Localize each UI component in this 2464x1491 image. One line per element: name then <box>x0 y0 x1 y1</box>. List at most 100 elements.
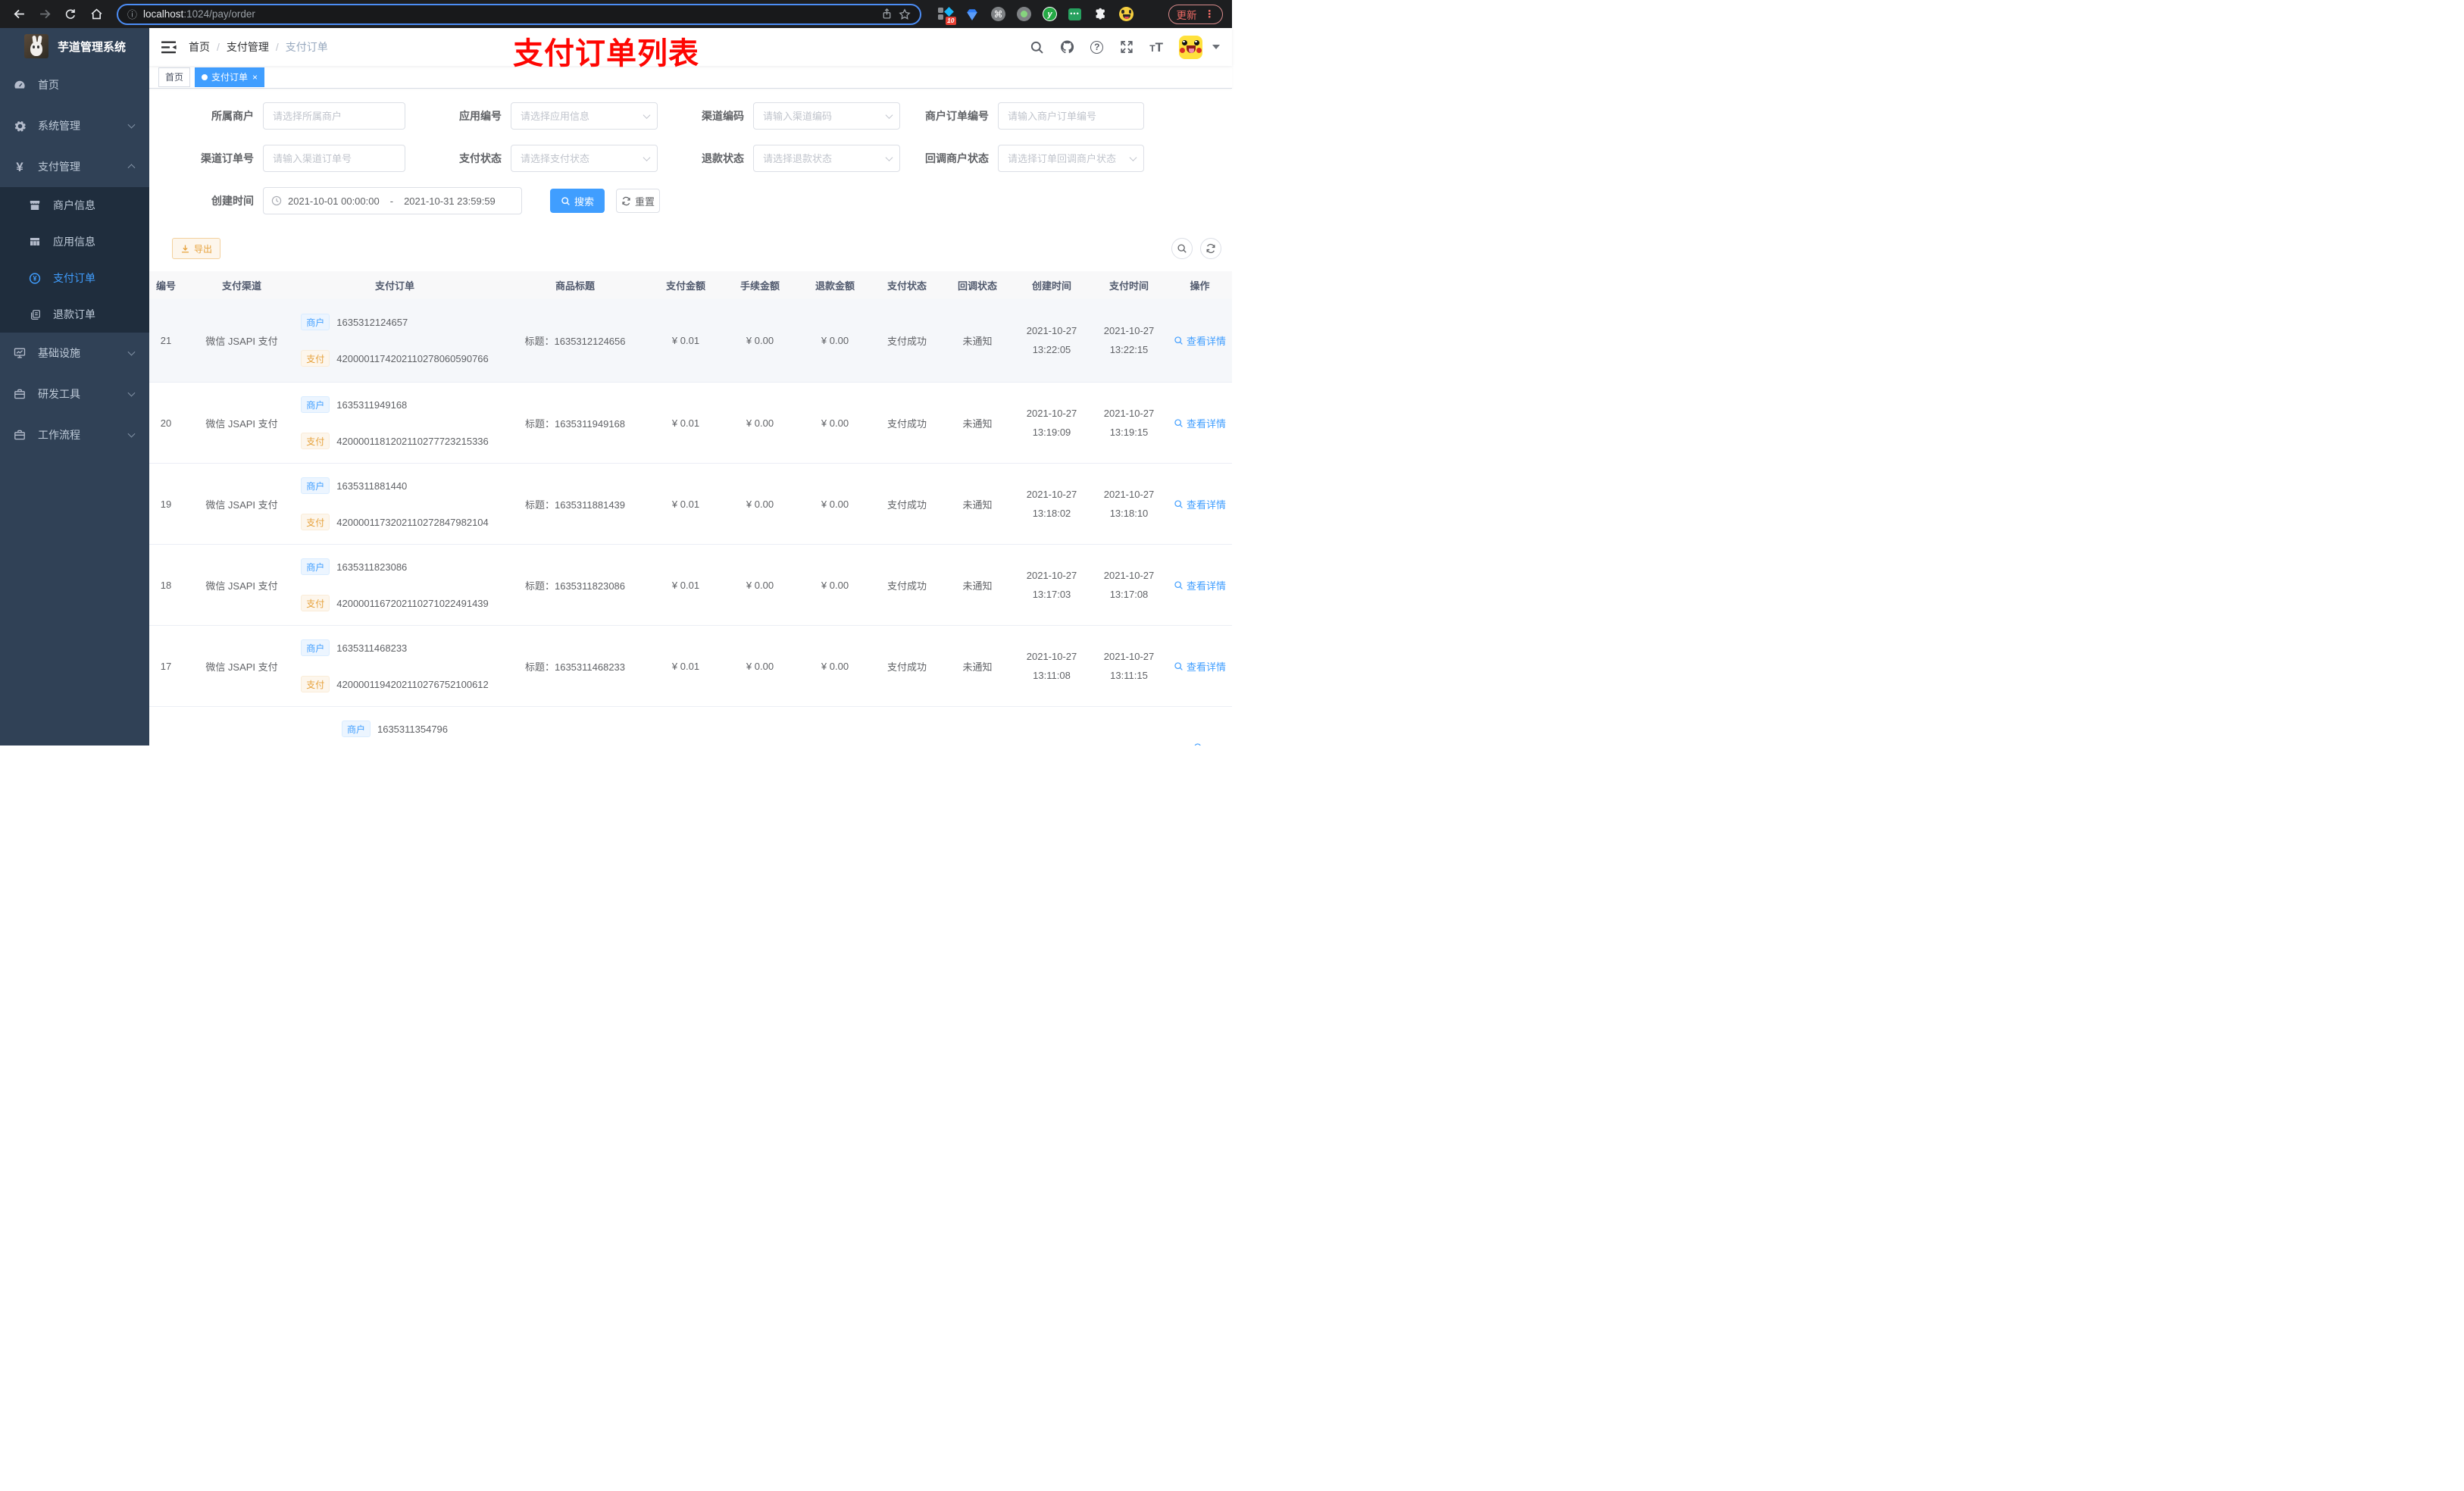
extension-chat-icon[interactable]: ••• <box>1068 8 1081 20</box>
cell-amount: ¥ 0.01 <box>671 417 700 429</box>
sidebar-toggle-icon[interactable] <box>161 41 177 54</box>
view-detail-link[interactable]: 查看详情 <box>1174 659 1226 674</box>
refund-status-select[interactable] <box>753 145 900 172</box>
cell-fee: ¥ 0.00 <box>746 417 774 429</box>
merchant-tag: 商户 <box>301 639 330 656</box>
extension-gem-icon[interactable] <box>965 7 980 22</box>
cell-create-time: 2021-10-27 13:11:08 <box>1026 651 1077 681</box>
chevron-down-icon <box>127 389 136 397</box>
sidebar-item-pay-order[interactable]: ¥ 支付订单 <box>0 260 149 296</box>
cell-pay-order: 商户 1635312124657 支付 4200001174202110278060… <box>289 313 501 367</box>
sidebar-item-refund-order[interactable]: 退款订单 <box>0 296 149 333</box>
sidebar: 芋道管理系统 首页 系统管理 ¥ 支付管理 商户信息 应用信息 ¥ 支付订单 退… <box>0 28 149 746</box>
extensions-puzzle-icon[interactable] <box>1093 7 1108 22</box>
export-button[interactable]: 导出 <box>172 238 221 259</box>
cell-refund: ¥ 0.00 <box>821 498 849 510</box>
pay-tag: 支付 <box>301 595 330 611</box>
app-logo-image <box>24 34 48 58</box>
tab-pay-order[interactable]: 支付订单 × <box>195 67 265 87</box>
cell-title: 标题：1635311949168 <box>524 417 626 430</box>
browser-update-button[interactable]: 更新 ⋮ <box>1168 4 1223 24</box>
home-icon[interactable] <box>86 5 106 24</box>
url-bar[interactable]: ⓘ localhost:1024/pay/order <box>117 3 921 25</box>
view-detail-link[interactable]: 查看详情 <box>1174 578 1226 592</box>
channel-code-filter-select[interactable] <box>753 102 900 130</box>
search-button[interactable]: 搜索 <box>550 189 605 213</box>
dashboard-icon <box>14 79 26 91</box>
cell-status: 支付成功 <box>886 580 927 592</box>
url-text: localhost:1024/pay/order <box>143 8 255 20</box>
tab-home[interactable]: 首页 <box>158 67 191 87</box>
cell-status: 支付成功 <box>886 417 927 430</box>
cell-action: 查看详情 <box>1168 659 1232 674</box>
channel-order-no-input[interactable] <box>263 145 405 172</box>
extension-diamond-icon[interactable]: 10 <box>938 6 956 25</box>
refresh-button[interactable] <box>1200 238 1221 259</box>
cell-action: 查看详情 <box>1168 497 1232 511</box>
sidebar-item-dev-tools[interactable]: 研发工具 <box>0 374 149 414</box>
notify-status-select[interactable] <box>998 145 1144 172</box>
extension-recorder-icon[interactable] <box>1017 7 1031 21</box>
fullscreen-icon[interactable] <box>1119 40 1134 55</box>
breadcrumb-home[interactable]: 首页 <box>189 39 210 55</box>
avatar-caret-icon[interactable] <box>1212 45 1220 49</box>
help-icon[interactable]: ? <box>1090 40 1104 54</box>
chevron-down-icon <box>127 348 136 356</box>
share-icon[interactable] <box>881 8 893 20</box>
browser-menu-icon[interactable]: ⋮ <box>1205 8 1215 20</box>
github-icon[interactable] <box>1060 40 1074 55</box>
breadcrumb-payment[interactable]: 支付管理 <box>227 39 269 55</box>
profile-emoji-icon[interactable] <box>1119 7 1134 21</box>
sidebar-item-home[interactable]: 首页 <box>0 64 149 105</box>
view-detail-link[interactable]: 查看详情 <box>1174 416 1226 430</box>
cell-title: 标题：1635311823086 <box>524 580 626 592</box>
yen-circle-icon: ¥ <box>29 272 41 285</box>
forward-icon[interactable] <box>35 5 55 24</box>
view-detail-link[interactable]: 查看详情 <box>1174 497 1226 511</box>
pay-status-select[interactable] <box>511 145 658 172</box>
merchant-tag: 商户 <box>301 314 330 330</box>
cell-channel: 微信 JSAPI 支付 <box>205 661 278 673</box>
filter-label-refund-status: 退款状态 <box>702 152 744 164</box>
sidebar-item-workflow[interactable]: 工作流程 <box>0 414 149 455</box>
bookmark-star-icon[interactable] <box>899 8 911 20</box>
reload-icon[interactable] <box>61 5 80 24</box>
cell-create-time: 2021-10-27 13:19:09 <box>1026 408 1077 438</box>
view-detail-link[interactable] <box>1193 742 1206 746</box>
close-tab-icon[interactable]: × <box>252 73 258 82</box>
filter-label-notify-status: 回调商户状态 <box>925 152 989 164</box>
app-logo[interactable]: 芋道管理系统 <box>0 28 149 64</box>
merchant-tag: 商户 <box>301 558 330 575</box>
cell-create-time: 2021-10-27 13:22:05 <box>1026 325 1077 355</box>
cell-id: 21 <box>160 334 172 346</box>
font-size-icon[interactable]: TT <box>1149 41 1163 54</box>
merchant-order-no-input[interactable] <box>998 102 1144 130</box>
site-info-icon[interactable]: ⓘ <box>127 7 137 21</box>
back-icon[interactable] <box>9 5 29 24</box>
table-header: 编号 支付渠道 支付订单 商品标题 支付金额 手续金额 退款金额 支付状态 回调… <box>149 271 1232 299</box>
monitor-icon <box>14 347 26 359</box>
cell-pay-order: 商户 1635311823086 支付 4200001167202110271022… <box>289 558 501 612</box>
create-time-range-picker[interactable]: 2021-10-01 00:00:00 - 2021-10-31 23:59:5… <box>263 187 522 214</box>
cell-pay-time: 2021-10-27 13:17:08 <box>1103 570 1155 600</box>
filter-label-create-time: 创建时间 <box>211 195 254 207</box>
sidebar-item-infrastructure[interactable]: 基础设施 <box>0 333 149 374</box>
extension-command-icon[interactable]: ⌘ <box>991 7 1005 21</box>
avatar[interactable] <box>1179 35 1202 59</box>
sidebar-item-system[interactable]: 系统管理 <box>0 105 149 146</box>
chevron-down-icon <box>127 430 136 438</box>
sidebar-item-merchant-info[interactable]: 商户信息 <box>0 187 149 223</box>
toggle-search-button[interactable] <box>1171 238 1193 259</box>
merchant-filter-input[interactable] <box>263 102 405 130</box>
search-icon[interactable] <box>1030 40 1044 55</box>
app-filter-select[interactable] <box>511 102 658 130</box>
extension-y-icon[interactable]: y <box>1043 7 1057 21</box>
sidebar-item-payment[interactable]: ¥ 支付管理 <box>0 146 149 187</box>
shop-icon <box>29 199 41 211</box>
reset-button[interactable]: 重置 <box>616 189 660 213</box>
cell-action: 查看详情 <box>1168 333 1232 348</box>
chevron-up-icon <box>127 164 136 172</box>
view-detail-link[interactable]: 查看详情 <box>1174 333 1226 348</box>
sidebar-item-app-info[interactable]: 应用信息 <box>0 223 149 260</box>
cell-fee: ¥ 0.00 <box>746 334 774 346</box>
